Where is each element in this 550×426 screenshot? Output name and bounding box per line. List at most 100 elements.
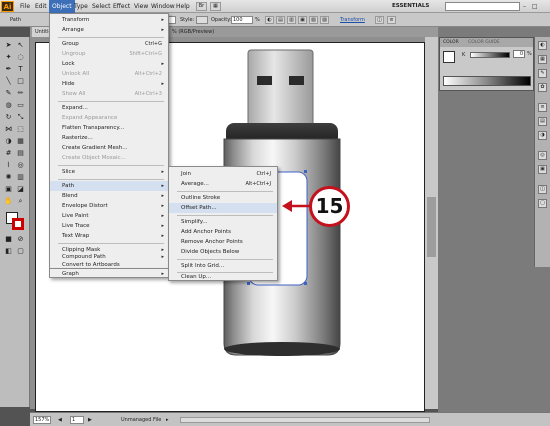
menu-item-hide[interactable]: Hide ▸ [50, 79, 168, 89]
menu-effect[interactable]: Effect [110, 0, 133, 13]
align-right-icon[interactable]: ▧ [309, 16, 318, 24]
submenu-item-divide-objects-below[interactable]: Divide Objects Below [169, 247, 277, 257]
menu-item-unlock-all[interactable]: Unlock All Alt+Ctrl+2 [50, 69, 168, 79]
menu-item-live-trace[interactable]: Live Trace ▸ [50, 221, 168, 231]
color-panel-icon[interactable]: ◐ [538, 41, 547, 50]
rectangle-tool-icon[interactable]: □ [16, 77, 25, 86]
graphic-styles-panel-icon[interactable]: ▣ [538, 165, 547, 174]
horizontal-scrollbar[interactable] [180, 417, 430, 423]
shape-builder-tool-icon[interactable]: ◑ [4, 137, 13, 146]
isolate-icon[interactable]: ◫ [375, 16, 384, 24]
blend-tool-icon[interactable]: ◎ [16, 161, 25, 170]
scale-tool-icon[interactable]: ⤡ [16, 113, 25, 122]
hand-tool-icon[interactable]: ✋ [4, 197, 13, 206]
menu-item-show-all[interactable]: Show All Alt+Ctrl+3 [50, 89, 168, 99]
stroke-panel-icon[interactable]: ≡ [538, 103, 547, 112]
menu-item-flatten-transparency[interactable]: Flatten Transparency... [50, 123, 168, 133]
next-artboard-icon[interactable]: ▶ [88, 413, 92, 426]
menu-item-compound-path[interactable]: Compound Path ▸ [50, 253, 168, 261]
perspective-grid-tool-icon[interactable]: ▦ [16, 137, 25, 146]
menu-item-graph[interactable]: Graph ▸ [50, 269, 168, 279]
menu-item-arrange[interactable]: Arrange ▸ [50, 25, 168, 35]
free-transform-tool-icon[interactable]: ⬚ [16, 125, 25, 134]
gradient-tool-icon[interactable]: ▤ [16, 149, 25, 158]
vertical-scrollbar[interactable] [425, 37, 438, 409]
symbols-panel-icon[interactable]: ✿ [538, 83, 547, 92]
menu-item-path[interactable]: Path ▸ [50, 181, 168, 191]
none-mode-icon[interactable]: ⊘ [16, 235, 25, 244]
submenu-item-join[interactable]: Join Ctrl+J [169, 169, 277, 179]
selection-tool-icon[interactable]: ➤ [4, 41, 13, 50]
eraser-tool-icon[interactable]: ▭ [16, 101, 25, 110]
submenu-item-add-anchor-points[interactable]: Add Anchor Points [169, 227, 277, 237]
submenu-item-simplify[interactable]: Simplify... [169, 217, 277, 227]
brushes-panel-icon[interactable]: ✎ [538, 69, 547, 78]
magic-wand-tool-icon[interactable]: ✦ [4, 53, 13, 62]
menu-item-slice[interactable]: Slice ▸ [50, 167, 168, 177]
paintbrush-tool-icon[interactable]: ✎ [4, 89, 13, 98]
artboard-tool-icon[interactable]: ▣ [4, 185, 13, 194]
menu-item-ungroup[interactable]: Ungroup Shift+Ctrl+G [50, 49, 168, 59]
menu-item-expand[interactable]: Expand... [50, 103, 168, 113]
search-input[interactable] [445, 2, 520, 11]
transform-link[interactable]: Transform [340, 16, 365, 24]
screen-mode-icon[interactable]: ▢ [16, 247, 25, 256]
menu-item-create-gradient-mesh[interactable]: Create Gradient Mesh... [50, 143, 168, 153]
distribute-icon[interactable]: ▥ [287, 16, 296, 24]
rotate-tool-icon[interactable]: ↻ [4, 113, 13, 122]
menu-item-rasterize[interactable]: Rasterize... [50, 133, 168, 143]
menu-help[interactable]: Help [173, 0, 193, 13]
opacity-field[interactable]: 100 [231, 16, 253, 24]
direct-selection-tool-icon[interactable]: ↖ [16, 41, 25, 50]
bridge-icon[interactable]: Br [196, 2, 207, 11]
submenu-item-clean-up[interactable]: Clean Up... [169, 273, 277, 281]
stroke-color-swatch[interactable] [12, 218, 24, 230]
appearance-panel-icon[interactable]: ◎ [538, 151, 547, 160]
menu-item-blend[interactable]: Blend ▸ [50, 191, 168, 201]
type-tool-icon[interactable]: T [16, 65, 25, 74]
pen-tool-icon[interactable]: ✒ [4, 65, 13, 74]
graph-tool-icon[interactable]: ▥ [16, 173, 25, 182]
blob-brush-tool-icon[interactable]: ◍ [4, 101, 13, 110]
menu-item-text-wrap[interactable]: Text Wrap ▸ [50, 231, 168, 241]
align-center-icon[interactable]: ▣ [298, 16, 307, 24]
k-value-field[interactable]: 0 [513, 50, 525, 58]
menu-item-create-object-mosaic[interactable]: Create Object Mosaic... [50, 153, 168, 163]
status-menu-icon[interactable]: ▸ [166, 413, 169, 426]
recolor-icon[interactable]: ◐ [265, 16, 274, 24]
symbol-sprayer-tool-icon[interactable]: ✺ [4, 173, 13, 182]
tab-color[interactable]: COLOR [443, 40, 459, 45]
color-mode-icon[interactable]: ■ [4, 235, 13, 244]
align-top-icon[interactable]: ▨ [320, 16, 329, 24]
align-icon[interactable]: ▤ [276, 16, 285, 24]
gradient-panel-icon[interactable]: ▤ [538, 117, 547, 126]
menu-item-envelope-distort[interactable]: Envelope Distort ▸ [50, 201, 168, 211]
submenu-item-outline-stroke[interactable]: Outline Stroke [169, 193, 277, 203]
color-spectrum-bar[interactable] [443, 76, 531, 86]
swatches-panel-icon[interactable]: ▦ [538, 55, 547, 64]
submenu-item-average[interactable]: Average... Alt+Ctrl+J [169, 179, 277, 189]
menu-item-transform[interactable]: Transform ▸ [50, 15, 168, 25]
style-swatch[interactable] [196, 16, 208, 24]
eyedropper-tool-icon[interactable]: ⌇ [4, 161, 13, 170]
submenu-item-remove-anchor-points[interactable]: Remove Anchor Points [169, 237, 277, 247]
workspace-switcher[interactable]: ESSENTIALS [392, 2, 436, 11]
drawing-mode-icon[interactable]: ◧ [4, 247, 13, 256]
mesh-tool-icon[interactable]: # [4, 149, 13, 158]
artboard-number-field[interactable]: 1 [70, 416, 84, 424]
pencil-tool-icon[interactable]: ✏ [16, 89, 25, 98]
k-slider[interactable] [470, 52, 510, 58]
width-tool-icon[interactable]: ⋈ [4, 125, 13, 134]
layers-panel-icon[interactable]: ◫ [538, 185, 547, 194]
prev-artboard-icon[interactable]: ◀ [58, 413, 62, 426]
panel-menu-icon[interactable]: ≡ [387, 16, 396, 24]
window-controls[interactable]: – □ × [523, 1, 549, 21]
menu-item-live-paint[interactable]: Live Paint ▸ [50, 211, 168, 221]
submenu-item-offset-path[interactable]: Offset Path... [169, 203, 277, 213]
menu-item-expand-appearance[interactable]: Expand Appearance [50, 113, 168, 123]
slice-tool-icon[interactable]: ◪ [16, 185, 25, 194]
menu-item-group[interactable]: Group Ctrl+G [50, 39, 168, 49]
menu-type[interactable]: Type [71, 0, 91, 13]
zoom-field[interactable]: 157% [33, 416, 51, 424]
arrange-documents-icon[interactable]: ▦ [210, 2, 221, 11]
